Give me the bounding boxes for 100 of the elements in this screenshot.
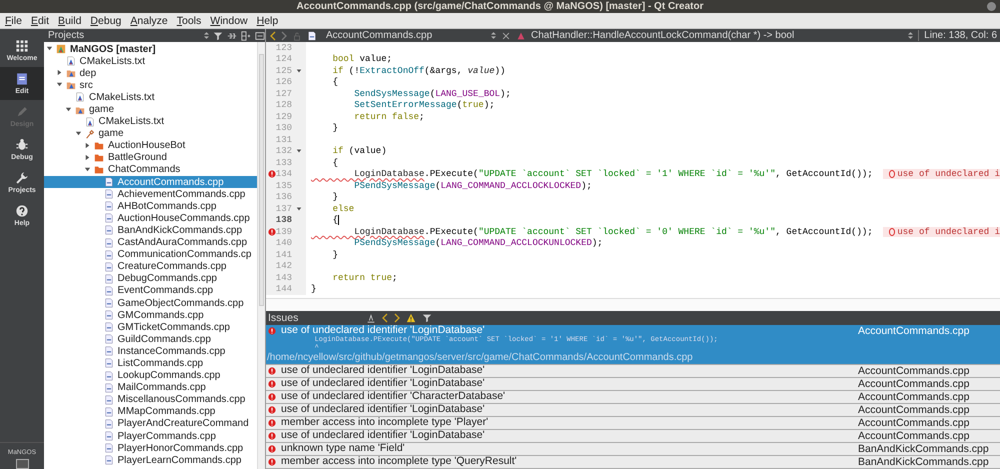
- filter-icon[interactable]: [422, 313, 432, 323]
- expand-arrow-icon[interactable]: [56, 81, 62, 88]
- issue-row[interactable]: use of undeclared identifier 'LoginDatabase' AccountCommands.cpp: [266, 404, 1000, 417]
- issue-row[interactable]: unknown type name 'Field' BanAndKickCommands.cpp: [266, 443, 1000, 456]
- line-number: 139: [274, 226, 292, 237]
- tree-item[interactable]: CMakeLists.txt: [44, 55, 257, 68]
- issue-row[interactable]: use of undeclared identifier 'LoginDatabase' AccountCommands.cpp: [266, 430, 1000, 443]
- monitor-icon[interactable]: [16, 459, 28, 469]
- tree-item[interactable]: InstanceCommands.cpp: [44, 345, 257, 358]
- updown-icon[interactable]: [491, 31, 496, 40]
- tree-item[interactable]: AuctionHouseCommands.cpp: [44, 212, 257, 224]
- fold-arrow-icon[interactable]: [296, 68, 302, 74]
- grid-icon: [15, 39, 29, 53]
- warning-icon[interactable]: [406, 313, 416, 323]
- tree-item[interactable]: PlayerCommands.cpp: [44, 430, 257, 442]
- tree-item[interactable]: AchievementCommands.cpp: [44, 188, 257, 200]
- tree-item[interactable]: GameObjectCommands.cpp: [44, 296, 257, 310]
- issue-file: AccountCommands.cpp: [858, 404, 970, 416]
- expand-arrow-icon[interactable]: [65, 106, 72, 113]
- tree-item[interactable]: AHBotCommands.cpp: [44, 200, 257, 212]
- tree-item[interactable]: CastAndAuraCommands.cpp: [44, 236, 257, 249]
- tree-item[interactable]: CMakeLists.txt: [44, 116, 257, 128]
- issue-row[interactable]: use of undeclared identifier 'CharacterDatabase' AccountCommands.cpp: [266, 391, 1000, 404]
- hammer-icon: [84, 128, 94, 139]
- tree-item[interactable]: ChatCommands: [44, 164, 257, 176]
- link-icon[interactable]: [227, 30, 237, 40]
- tree-item[interactable]: LookupCommands.cpp: [44, 370, 257, 382]
- fold-arrow-icon[interactable]: [296, 206, 302, 212]
- tree-item[interactable]: ListCommands.cpp: [44, 357, 257, 370]
- source-file-icon: [104, 418, 114, 429]
- cmake-folder-icon: [66, 80, 76, 90]
- issue-row[interactable]: [266, 325, 1000, 365]
- window-button-icon[interactable]: [987, 2, 996, 11]
- symbol-selector[interactable]: ChatHandler::HandleAccountLockCommand(char *) -> bool: [531, 30, 904, 41]
- tree-item[interactable]: game: [44, 128, 257, 140]
- expand-arrow-icon[interactable]: [84, 142, 91, 149]
- close-icon[interactable]: [501, 30, 511, 40]
- menu-item[interactable]: Window: [210, 14, 248, 26]
- line-number: 129: [274, 112, 292, 122]
- tree-item[interactable]: AccountCommands.cpp: [44, 176, 257, 188]
- error-icon: [268, 444, 276, 452]
- updown-icon[interactable]: [908, 31, 914, 40]
- error-icon: [268, 458, 276, 466]
- source-file-icon: [104, 370, 114, 381]
- tree-item[interactable]: PlayerHonorCommands.cpp: [44, 442, 257, 454]
- split-icon[interactable]: [241, 30, 251, 40]
- tree-item[interactable]: src: [44, 79, 257, 92]
- tree-item[interactable]: dep: [44, 67, 257, 80]
- menu-item[interactable]: Debug: [90, 14, 122, 26]
- window-title: AccountCommands.cpp (src/game/ChatCommands @ MaNGOS) [master] - Qt Creator: [296, 1, 704, 12]
- issue-row[interactable]: use of undeclared identifier 'LoginDatabase' AccountCommands.cpp: [266, 378, 1000, 391]
- window-icon[interactable]: [255, 30, 265, 40]
- issue-row[interactable]: member access into incomplete type 'QueryResult' BanAndKickCommands.cpp: [266, 456, 1000, 469]
- expand-arrow-icon[interactable]: [84, 154, 91, 161]
- tree-item[interactable]: CreatureCommands.cpp: [44, 260, 257, 273]
- source-file-icon: [104, 298, 114, 308]
- tree-item[interactable]: GMCommands.cpp: [44, 309, 257, 322]
- issue-row[interactable]: member access into incomplete type 'Player' AccountCommands.cpp: [266, 417, 1000, 430]
- expand-arrow-icon[interactable]: [84, 166, 91, 173]
- code-line: PSendSysMessage(LANG_COMMAND_ACCLOCKLOCKED);: [353, 180, 592, 191]
- clean-icon[interactable]: [366, 313, 376, 323]
- menu-item[interactable]: Tools: [176, 14, 202, 26]
- issue-description: member access into incomplete type 'QueryResult': [281, 456, 517, 467]
- tree-item[interactable]: PlayerAndCreatureCommand: [44, 418, 257, 430]
- tree-item[interactable]: BattleGround: [44, 152, 257, 164]
- open-file-selector[interactable]: AccountCommands.cpp: [326, 30, 486, 41]
- expand-arrow-icon[interactable]: [56, 69, 62, 76]
- tree-item[interactable]: CommunicationCommands.cp: [44, 248, 257, 261]
- tree-item[interactable]: AuctionHouseBot: [44, 140, 257, 152]
- updown-icon[interactable]: [204, 31, 209, 40]
- tree-item[interactable]: GuildCommands.cpp: [44, 333, 257, 346]
- menu-item[interactable]: Build: [58, 14, 82, 26]
- line-number: 134: [274, 169, 292, 180]
- cmake-folder-icon: [66, 68, 76, 78]
- tree-item[interactable]: EventCommands.cpp: [44, 284, 257, 297]
- menu-item[interactable]: Edit: [30, 14, 50, 26]
- tree-item[interactable]: MMapCommands.cpp: [44, 406, 257, 418]
- issue-description: unknown type name 'Field': [281, 443, 405, 454]
- tree-item[interactable]: BanAndKickCommands.cpp: [44, 224, 257, 236]
- expand-arrow-icon[interactable]: [74, 130, 82, 137]
- tree-item[interactable]: MiscellanousCommands.cpp: [44, 394, 257, 406]
- menu-item[interactable]: Help: [256, 14, 278, 26]
- folder-icon: [94, 140, 104, 151]
- code-line: {: [332, 215, 338, 226]
- tree-item[interactable]: PlayerLearnCommands.cpp: [44, 454, 257, 466]
- code-line: SendSysMessage(LANG_USE_BOL);: [353, 88, 511, 99]
- issue-row[interactable]: use of undeclared identifier 'LoginDatabase' AccountCommands.cpp: [266, 365, 1000, 378]
- tree-item[interactable]: GMTicketCommands.cpp: [44, 321, 257, 334]
- source-file-icon: [104, 443, 114, 454]
- menu-item[interactable]: File: [5, 14, 22, 26]
- tree-item[interactable]: CMakeLists.txt: [44, 91, 257, 104]
- line-number: 132: [274, 146, 292, 156]
- fold-arrow-icon[interactable]: [296, 148, 302, 154]
- tree-item[interactable]: MailCommands.cpp: [44, 382, 257, 394]
- expand-arrow-icon[interactable]: [46, 45, 53, 52]
- tree-item[interactable]: game: [44, 103, 257, 116]
- cursor-position[interactable]: Line: 138, Col: 6: [918, 30, 1000, 41]
- menu-item[interactable]: Analyze: [130, 14, 168, 26]
- tree-item[interactable]: DebugCommands.cpp: [44, 272, 257, 285]
- tree-item[interactable]: MaNGOS [master]: [44, 43, 257, 56]
